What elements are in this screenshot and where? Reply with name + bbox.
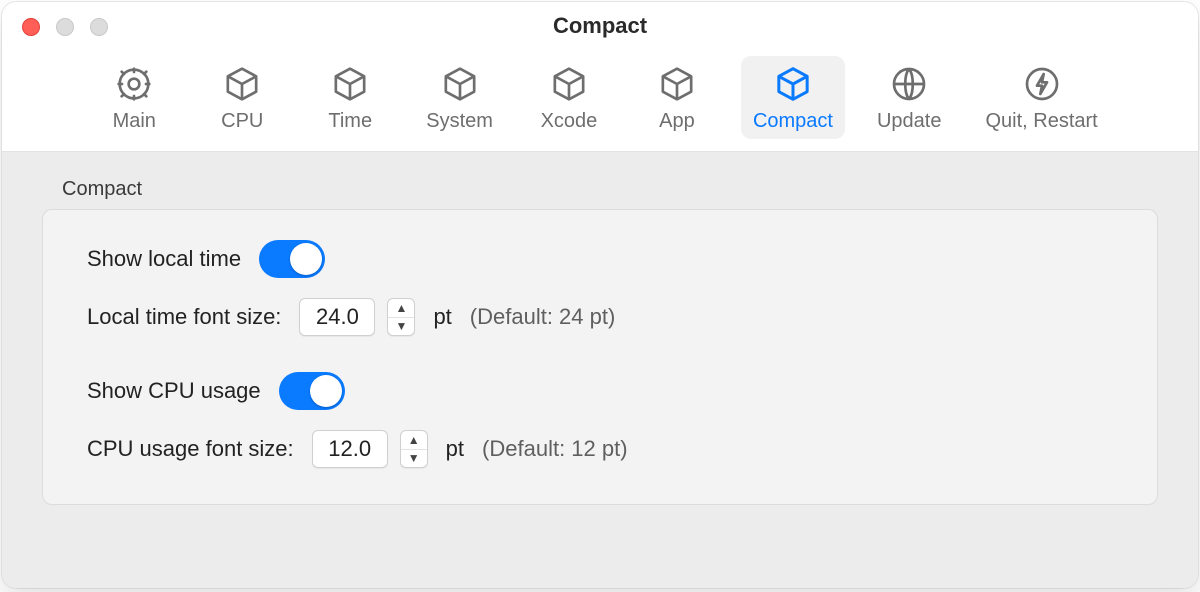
unit-label: pt — [446, 436, 464, 462]
minimize-window-button[interactable] — [56, 18, 74, 36]
cpu-usage-default-hint: (Default: 12 pt) — [482, 436, 628, 462]
gear-icon — [112, 62, 156, 106]
window-controls — [22, 18, 108, 36]
show-local-time-toggle[interactable] — [259, 240, 325, 278]
toolbar-label: Main — [113, 110, 156, 133]
show-local-time-label: Show local time — [87, 246, 241, 272]
toolbar-label: App — [659, 110, 695, 133]
toggle-knob — [290, 243, 322, 275]
globe-icon — [887, 62, 931, 106]
toolbar-item-app[interactable]: App — [633, 56, 721, 139]
toolbar-item-update[interactable]: Update — [865, 56, 954, 139]
cube-icon — [547, 62, 591, 106]
cube-icon — [771, 62, 815, 106]
preferences-toolbar: Main CPU Time System Xco — [2, 50, 1198, 152]
close-window-button[interactable] — [22, 18, 40, 36]
toggle-knob — [310, 375, 342, 407]
toolbar-label: System — [426, 110, 493, 133]
unit-label: pt — [433, 304, 451, 330]
toolbar-label: Xcode — [541, 110, 598, 133]
stepper-up-icon[interactable]: ▲ — [401, 431, 427, 450]
titlebar: Compact — [2, 2, 1198, 50]
show-cpu-usage-label: Show CPU usage — [87, 378, 261, 404]
toolbar-item-system[interactable]: System — [414, 56, 505, 139]
cube-icon — [328, 62, 372, 106]
toolbar-label: Compact — [753, 110, 833, 133]
cpu-usage-font-size-stepper[interactable]: ▲ ▼ — [400, 430, 428, 468]
toolbar-item-quit-restart[interactable]: Quit, Restart — [973, 56, 1109, 139]
toolbar-label: CPU — [221, 110, 263, 133]
toolbar-item-main[interactable]: Main — [90, 56, 178, 139]
toolbar-item-time[interactable]: Time — [306, 56, 394, 139]
toolbar-item-cpu[interactable]: CPU — [198, 56, 286, 139]
toolbar-item-compact[interactable]: Compact — [741, 56, 845, 139]
compact-panel: Show local time Local time font size: 24… — [42, 209, 1158, 505]
local-time-font-size-input[interactable]: 24.0 — [299, 298, 375, 336]
cube-icon — [655, 62, 699, 106]
cube-icon — [438, 62, 482, 106]
stepper-down-icon[interactable]: ▼ — [388, 318, 414, 336]
window-title: Compact — [2, 13, 1198, 39]
local-time-default-hint: (Default: 24 pt) — [470, 304, 616, 330]
toolbar-item-xcode[interactable]: Xcode — [525, 56, 613, 139]
bolt-circle-icon — [1020, 62, 1064, 106]
toolbar-label: Update — [877, 110, 942, 133]
content-area: Compact Show local time Local time font … — [2, 152, 1198, 588]
cpu-usage-font-size-label: CPU usage font size: — [87, 436, 294, 462]
toolbar-label: Time — [328, 110, 372, 133]
zoom-window-button[interactable] — [90, 18, 108, 36]
cube-icon — [220, 62, 264, 106]
local-time-font-size-stepper[interactable]: ▲ ▼ — [387, 298, 415, 336]
stepper-down-icon[interactable]: ▼ — [401, 450, 427, 468]
show-cpu-usage-toggle[interactable] — [279, 372, 345, 410]
section-title: Compact — [62, 178, 1158, 201]
toolbar-label: Quit, Restart — [985, 110, 1097, 133]
local-time-font-size-label: Local time font size: — [87, 304, 281, 330]
preferences-window: Compact Main CPU Time — [2, 2, 1198, 588]
stepper-up-icon[interactable]: ▲ — [388, 299, 414, 318]
cpu-usage-font-size-input[interactable]: 12.0 — [312, 430, 388, 468]
